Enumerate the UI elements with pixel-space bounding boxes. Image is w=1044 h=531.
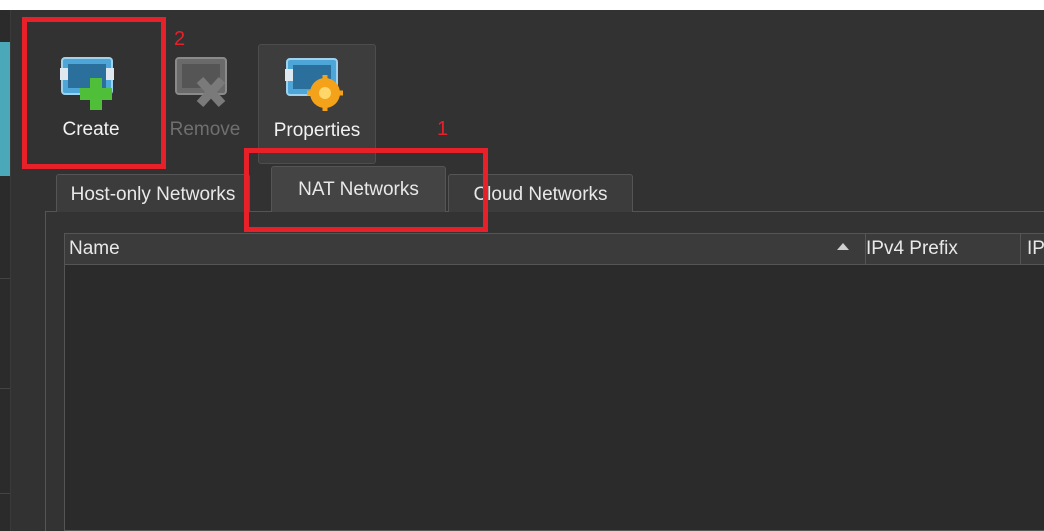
table-header: Name IPv4 Prefix IP [65, 234, 1044, 265]
network-remove-icon [175, 57, 227, 108]
highlight-box-nat-tab [244, 148, 488, 232]
sidebar-divider [0, 493, 10, 494]
network-properties-icon [285, 58, 343, 111]
sort-ascending-icon [837, 243, 849, 250]
column-header-label: IPv4 Prefix [866, 238, 958, 259]
highlight-box-create [22, 17, 166, 169]
step-number-2: 2 [174, 28, 186, 50]
column-header-ip[interactable]: IP [1020, 234, 1044, 264]
properties-button[interactable]: Properties [258, 44, 376, 164]
tab-host-only-networks[interactable]: Host-only Networks [56, 174, 250, 215]
column-header-ipv4-prefix[interactable]: IPv4 Prefix [865, 234, 958, 264]
tab-label: Host-only Networks [70, 184, 236, 205]
step-number-1: 1 [437, 118, 449, 140]
tab-label: Cloud Networks [473, 184, 608, 205]
properties-label: Properties [273, 120, 361, 141]
sidebar-divider [0, 278, 10, 279]
sidebar-divider [0, 388, 10, 389]
sidebar-selection-indicator [0, 42, 10, 176]
nat-networks-table[interactable]: Name IPv4 Prefix IP [64, 233, 1044, 531]
title-strip [0, 0, 1044, 10]
left-sidebar [0, 10, 11, 531]
column-header-name[interactable]: Name [69, 234, 120, 264]
